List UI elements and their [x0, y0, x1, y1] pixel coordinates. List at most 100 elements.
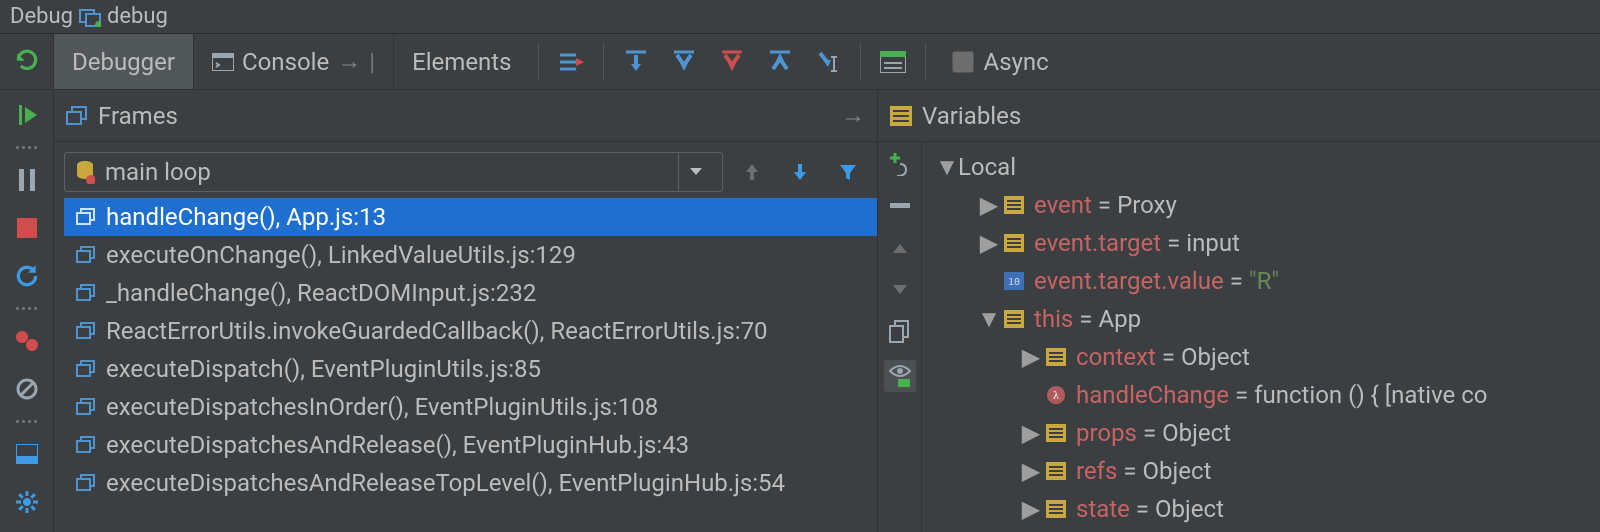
var-name: state — [1076, 495, 1130, 523]
frame-item[interactable]: _handleChange(), ReactDOMInput.js:232 — [64, 274, 877, 312]
frame-item[interactable]: ReactErrorUtils.invokeGuardedCallback(),… — [64, 312, 877, 350]
remove-watch-button[interactable] — [886, 192, 914, 220]
run-config-icon — [79, 7, 101, 27]
view-breakpoints-button[interactable] — [10, 324, 44, 358]
var-name: this — [1034, 305, 1073, 333]
show-execution-point-button[interactable] — [551, 42, 591, 82]
svg-text:10: 10 — [1008, 277, 1020, 288]
tab-debugger-label: Debugger — [72, 48, 175, 76]
step-over-button[interactable] — [616, 42, 656, 82]
frame-item[interactable]: executeDispatchesAndReleaseTopLevel(), E… — [64, 464, 877, 502]
force-step-into-button[interactable] — [712, 42, 752, 82]
scope-label: Local — [958, 153, 1016, 181]
expand-icon: ▶ — [1020, 495, 1042, 523]
frame-icon — [76, 474, 96, 492]
separator-dots — [16, 307, 37, 310]
equals: = — [1167, 229, 1180, 257]
mute-breakpoints-button[interactable] — [10, 372, 44, 406]
svg-text:λ: λ — [1053, 388, 1059, 402]
show-watches-button[interactable] — [884, 360, 916, 392]
frame-item[interactable]: executeOnChange(), LinkedValueUtils.js:1… — [64, 236, 877, 274]
run-to-cursor-button[interactable] — [808, 42, 848, 82]
expand-icon: ▼ — [936, 153, 958, 182]
var-name: event.target — [1034, 229, 1161, 257]
var-type-icon — [1042, 500, 1070, 518]
prev-frame-button[interactable] — [737, 152, 767, 192]
frame-icon — [76, 360, 96, 378]
var-type-icon — [1000, 234, 1028, 252]
frame-item[interactable]: executeDispatchesInOrder(), EventPluginU… — [64, 388, 877, 426]
frames-list: handleChange(), App.js:13executeOnChange… — [64, 198, 877, 532]
navigate-icon[interactable]: → — [841, 101, 865, 130]
frame-item[interactable]: executeDispatchesAndRelease(), EventPlug… — [64, 426, 877, 464]
expand-icon: ▶ — [1020, 343, 1042, 371]
variable-row[interactable]: 10 event.target.value = "R" — [922, 262, 1600, 300]
step-into-button[interactable] — [664, 42, 704, 82]
expand-icon: ▶ — [1020, 419, 1042, 447]
frame-item[interactable]: executeDispatch(), EventPluginUtils.js:8… — [64, 350, 877, 388]
tab-console-label: Console — [242, 48, 329, 76]
tab-elements[interactable]: Elements — [394, 34, 529, 89]
variables-icon — [890, 106, 912, 126]
variable-row[interactable]: ▼ this = App — [922, 300, 1600, 338]
navigate-icon: → — [337, 47, 361, 76]
tab-console[interactable]: Console → | — [194, 34, 394, 89]
pause-button[interactable] — [10, 163, 44, 197]
equals: = — [1143, 419, 1156, 447]
thread-icon — [75, 160, 95, 184]
next-frame-button[interactable] — [785, 152, 815, 192]
var-type-icon — [1042, 348, 1070, 366]
toolbar-separator — [603, 43, 604, 81]
copy-button[interactable] — [886, 318, 914, 346]
tab-debugger[interactable]: Debugger — [54, 34, 194, 89]
var-value: function () { [native co — [1254, 381, 1487, 409]
variable-row[interactable]: ▶event.target = input — [922, 224, 1600, 262]
refresh-button[interactable] — [10, 259, 44, 293]
move-down-button[interactable] — [886, 276, 914, 304]
var-value: App — [1098, 305, 1141, 333]
stop-button[interactable] — [10, 211, 44, 245]
frame-icon — [76, 398, 96, 416]
variable-scope[interactable]: ▼Local — [922, 148, 1600, 186]
rerun-button[interactable] — [0, 34, 54, 89]
thread-selector[interactable]: main loop — [64, 152, 723, 192]
run-config-name: debug — [107, 4, 168, 29]
async-checkbox[interactable]: Async — [952, 48, 1049, 76]
var-value: Proxy — [1117, 191, 1177, 219]
frame-item[interactable]: handleChange(), App.js:13 — [64, 198, 877, 236]
var-type-icon — [1042, 424, 1070, 442]
frame-icon — [76, 322, 96, 340]
variable-row[interactable]: λhandleChange = function () { [native co — [922, 376, 1600, 414]
var-value: "R" — [1249, 267, 1279, 295]
frames-icon — [66, 106, 88, 126]
step-out-button[interactable] — [760, 42, 800, 82]
settings-button[interactable] — [10, 485, 44, 519]
console-icon — [212, 53, 234, 71]
frame-label: executeDispatchesAndRelease(), EventPlug… — [106, 431, 689, 459]
var-value: Object — [1155, 495, 1224, 523]
expand-icon: ▼ — [978, 305, 1000, 334]
frame-icon — [76, 436, 96, 454]
variable-row[interactable]: ▶ state = Object — [922, 490, 1600, 528]
equals: = — [1136, 495, 1149, 523]
filter-frames-button[interactable] — [833, 152, 863, 192]
evaluate-expression-button[interactable] — [873, 42, 913, 82]
var-name: handleChange — [1076, 381, 1229, 409]
variable-row[interactable]: ▶props = Object — [922, 414, 1600, 452]
var-type-icon: 10 — [1000, 272, 1028, 290]
var-type-icon — [1000, 310, 1028, 328]
equals: = — [1079, 305, 1092, 333]
variable-row[interactable]: ▶refs = Object — [922, 452, 1600, 490]
move-up-button[interactable] — [886, 234, 914, 262]
var-name: props — [1076, 419, 1137, 447]
var-value: Object — [1143, 457, 1212, 485]
variable-row[interactable]: ▶event = Proxy — [922, 186, 1600, 224]
add-watch-button[interactable] — [886, 150, 914, 178]
expand-icon: ▶ — [1020, 457, 1042, 485]
variable-row[interactable]: ▶context = Object — [922, 338, 1600, 376]
layout-settings-button[interactable] — [10, 437, 44, 471]
resume-button[interactable] — [10, 98, 44, 132]
var-name: event.target.value — [1034, 267, 1224, 295]
equals: = — [1230, 267, 1243, 295]
frame-icon — [76, 246, 96, 264]
